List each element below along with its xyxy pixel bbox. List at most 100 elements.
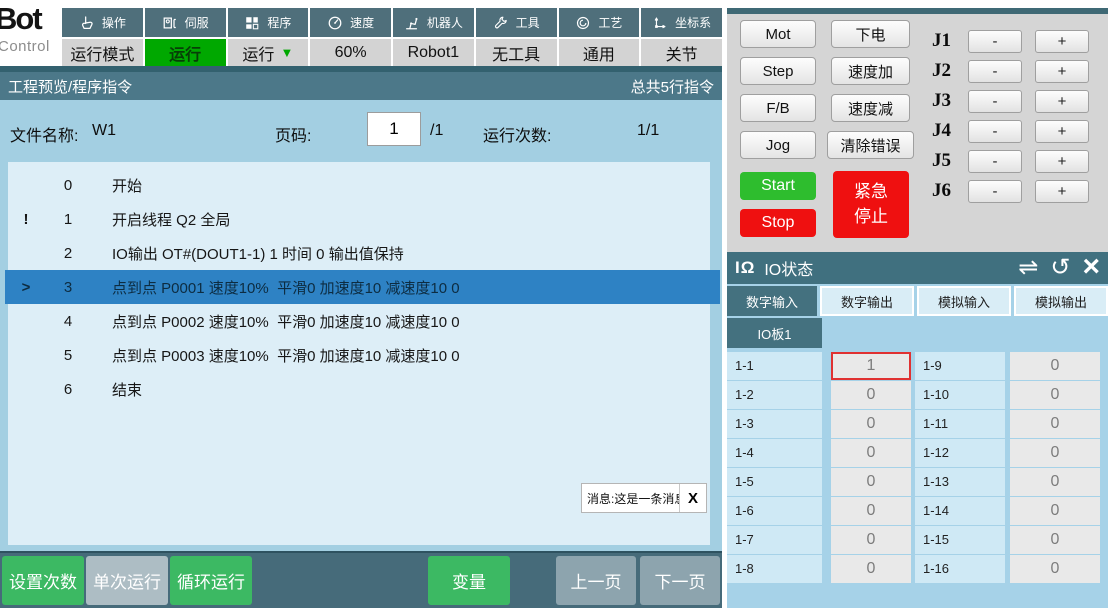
joint-jog-grid: J1 - + J2 - + J3 - + J4 - + J5 -: [932, 26, 1102, 206]
tab-program[interactable]: 程序: [228, 8, 309, 37]
io-channel-label: 1-3: [727, 410, 822, 438]
dropdown-value: 运行: [242, 41, 274, 65]
coord-select-button[interactable]: 关节: [641, 39, 722, 66]
io-channel-label: 1-7: [727, 526, 822, 554]
undo-icon[interactable]: ↺: [1050, 256, 1070, 280]
tab-analog-output[interactable]: 模拟输出: [1014, 286, 1108, 316]
robot-select-button[interactable]: Robot1: [393, 39, 474, 66]
j5-minus-button[interactable]: -: [968, 150, 1022, 173]
tab-tool[interactable]: 工具: [476, 8, 557, 37]
io-tab-bar: 数字输入 数字输出 模拟输入 模拟输出: [727, 286, 1108, 316]
top-bar: Bot Control 操作 伺服 程序 速度: [0, 0, 722, 66]
next-page-button[interactable]: 下一页: [640, 556, 720, 605]
program-panel-header: 工程预览/程序指令 总共5行指令: [0, 72, 722, 100]
program-row[interactable]: 2 IO输出 OT#(DOUT1-1) 1 时间 0 输出值保持: [8, 236, 710, 270]
tab-process[interactable]: 工艺: [559, 8, 640, 37]
motor-button[interactable]: Mot: [740, 20, 816, 48]
program-row[interactable]: 6 结束: [8, 372, 710, 406]
chevron-down-icon: ▼: [280, 46, 293, 59]
page-label: 页码:: [275, 122, 311, 146]
io-channel-label: 1-4: [727, 439, 822, 467]
io-table-row: 1-7 0 1-15 0: [727, 526, 1105, 554]
page-number-input[interactable]: [367, 112, 421, 146]
row-instruction: 开始: [112, 175, 142, 196]
tab-digital-input[interactable]: 数字输入: [727, 286, 817, 316]
joint-label: J5: [932, 150, 968, 172]
forward-back-button[interactable]: F/B: [740, 94, 816, 122]
j2-plus-button[interactable]: +: [1035, 60, 1089, 83]
j6-plus-button[interactable]: +: [1035, 180, 1089, 203]
tab-label: 操作: [102, 14, 126, 31]
row-instruction: 点到点 P0002 速度10% 平滑0 加速度10 减速度10 0: [112, 311, 460, 332]
power-off-button[interactable]: 下电: [831, 20, 910, 48]
tab-robot[interactable]: 机器人: [393, 8, 474, 37]
program-row[interactable]: 5 点到点 P0003 速度10% 平滑0 加速度10 减速度10 0: [8, 338, 710, 372]
io-channel-table: 1-1 1 1-9 0 1-2 0 1-10 0 1-3 0 1-11 0 1-…: [727, 352, 1105, 584]
io-channel-value: 0: [831, 439, 911, 467]
j4-plus-button[interactable]: +: [1035, 120, 1089, 143]
io-channel-label: 1-13: [915, 468, 1005, 496]
speed-up-button[interactable]: 速度加: [831, 57, 910, 85]
loop-run-button[interactable]: 循环运行: [170, 556, 252, 605]
coordinate-axes-icon: [652, 15, 668, 31]
mode-row: 运行模式 运行 运行 ▼ 60% Robot1 无工具 通用 关节: [62, 39, 722, 66]
tab-operation[interactable]: 操作: [62, 8, 143, 37]
program-row-selected[interactable]: > 3 点到点 P0001 速度10% 平滑0 加速度10 减速度10 0: [5, 270, 720, 304]
run-count-value: 1/1: [637, 122, 659, 140]
start-button[interactable]: Start: [740, 172, 816, 200]
program-row[interactable]: 4 点到点 P0002 速度10% 平滑0 加速度10 减速度10 0: [8, 304, 710, 338]
speed-down-button[interactable]: 速度减: [831, 94, 910, 122]
program-grid-icon: [244, 15, 260, 31]
tab-digital-output[interactable]: 数字输出: [820, 286, 914, 316]
set-times-button[interactable]: 设置次数: [2, 556, 84, 605]
single-run-button[interactable]: 单次运行: [86, 556, 168, 605]
joint-row: J2 - +: [932, 56, 1102, 86]
j4-minus-button[interactable]: -: [968, 120, 1022, 143]
run-mode-dropdown[interactable]: 运行 ▼: [228, 39, 309, 66]
run-state-indicator[interactable]: 运行: [145, 39, 226, 66]
tab-analog-input[interactable]: 模拟输入: [917, 286, 1011, 316]
app-logo: Bot Control: [0, 1, 62, 65]
io-channel-value: 0: [1010, 381, 1100, 409]
j3-plus-button[interactable]: +: [1035, 90, 1089, 113]
io-status-panel: IΩ IO状态 ⇌ ↺ × 数字输入 数字输出 模拟输入 模拟输出 IO板1 1…: [727, 252, 1108, 608]
program-row[interactable]: 0 开始: [8, 168, 710, 202]
row-marker: !: [8, 211, 44, 228]
j5-plus-button[interactable]: +: [1035, 150, 1089, 173]
io-channel-value: 0: [1010, 468, 1100, 496]
jog-button[interactable]: Jog: [740, 131, 816, 159]
row-number: 3: [44, 279, 92, 296]
stop-button[interactable]: Stop: [740, 209, 816, 237]
io-channel-value: 0: [1010, 555, 1100, 583]
io-channel-label: 1-1: [727, 352, 822, 380]
io-table-row: 1-1 1 1-9 0: [727, 352, 1105, 380]
swap-arrows-icon[interactable]: ⇌: [1018, 256, 1038, 280]
io-board-tab[interactable]: IO板1: [727, 318, 822, 348]
step-button[interactable]: Step: [740, 57, 816, 85]
j1-minus-button[interactable]: -: [968, 30, 1022, 53]
close-icon[interactable]: ×: [1082, 252, 1100, 282]
tab-speed[interactable]: 速度: [310, 8, 391, 37]
j1-plus-button[interactable]: +: [1035, 30, 1089, 53]
tab-servo[interactable]: 伺服: [145, 8, 226, 37]
message-close-button[interactable]: X: [679, 484, 706, 512]
prev-page-button[interactable]: 上一页: [556, 556, 636, 605]
tab-label: 速度: [350, 14, 374, 31]
emergency-stop-button[interactable]: 紧急停止: [833, 171, 909, 238]
j3-minus-button[interactable]: -: [968, 90, 1022, 113]
j2-minus-button[interactable]: -: [968, 60, 1022, 83]
io-channel-label: 1-8: [727, 555, 822, 583]
clear-error-button[interactable]: 清除错误: [827, 131, 914, 159]
process-select-button[interactable]: 通用: [559, 39, 640, 66]
j6-minus-button[interactable]: -: [968, 180, 1022, 203]
tool-select-button[interactable]: 无工具: [476, 39, 557, 66]
run-mode-button[interactable]: 运行模式: [62, 39, 143, 66]
io-channel-value: 0: [1010, 439, 1100, 467]
servo-icon: [162, 15, 178, 31]
wrench-icon: [493, 15, 509, 31]
variables-button[interactable]: 变量: [428, 556, 510, 605]
hand-icon: [79, 15, 95, 31]
program-row[interactable]: ! 1 开启线程 Q2 全局: [8, 202, 710, 236]
speed-percent-button[interactable]: 60%: [310, 39, 391, 66]
tab-coordinate[interactable]: 坐标系: [641, 8, 722, 37]
